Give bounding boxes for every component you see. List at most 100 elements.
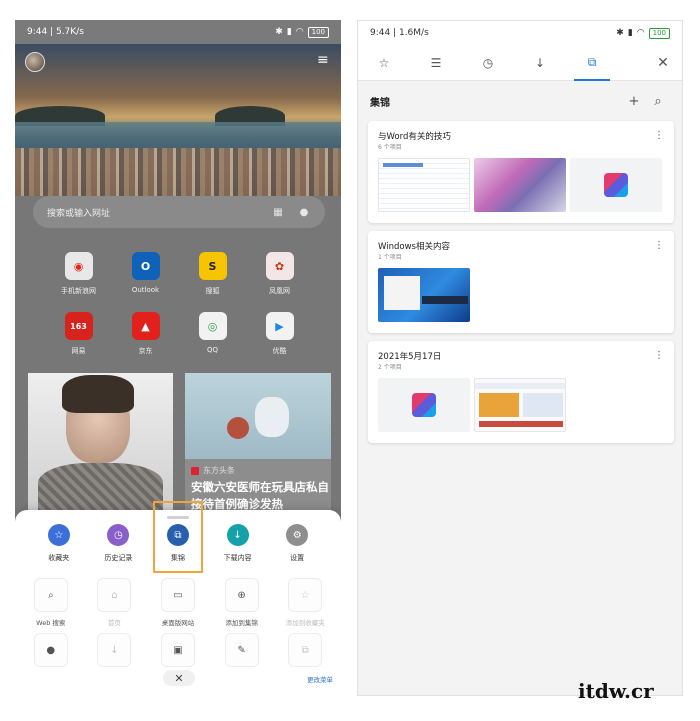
avatar[interactable] [25, 52, 45, 72]
status-time: 9:44 | 5.7K/s [27, 27, 84, 37]
tool-label: Web 搜索 [36, 619, 66, 627]
site-tile[interactable]: ▲ 京东 [112, 312, 179, 356]
copy-icon: ⧉ [288, 633, 323, 667]
mic-icon[interactable]: ● [297, 207, 311, 218]
dialog-shape [384, 276, 420, 310]
qr-scan-icon[interactable]: ▦ [271, 207, 285, 218]
collection-card[interactable]: 与Word有关的技巧 6 个项目 ⋮ [368, 121, 674, 223]
photo-thumbnail[interactable] [474, 158, 566, 212]
desktop-site-tool[interactable]: ▭ 桌面版网站 [146, 578, 210, 627]
add-icon[interactable]: + [622, 94, 646, 109]
site-tile[interactable]: ◎ QQ [179, 312, 246, 356]
youku-logo-icon: ▶ [265, 312, 294, 340]
voice-tool[interactable]: ● [19, 633, 83, 667]
menu-icon[interactable]: ≡ [317, 53, 331, 67]
desktop-icon: ▭ [160, 578, 195, 612]
more-options-icon[interactable]: ⋮ [654, 240, 664, 251]
watermark: itdw.cr [578, 679, 654, 703]
add-to-collections-tool[interactable]: ⊕ 添加到集锦 [210, 578, 274, 627]
virus-shape [227, 417, 249, 439]
search-bar[interactable]: 搜索或输入网址 ▦ ● [33, 196, 325, 228]
status-time: 9:44 | 1.6M/s [370, 28, 429, 38]
site-tile[interactable]: S 搜狐 [179, 252, 246, 296]
search-icon: ⌕ [33, 578, 68, 612]
news-source-label: 东方头条 [203, 466, 235, 475]
town-shape [15, 148, 341, 196]
more-options-icon[interactable]: ⋮ [654, 350, 664, 361]
collections-header: 集锦 + ⌕ [358, 81, 682, 121]
collection-count: 1 个项目 [378, 254, 402, 261]
news-card-portrait[interactable] [28, 373, 173, 513]
site-tile[interactable]: O Outlook [112, 252, 179, 296]
sina-logo-icon: ◉ [64, 252, 93, 280]
hero-background-image [15, 44, 341, 196]
collection-card[interactable]: 2021年5月17日 2 个项目 ⋮ [368, 341, 674, 443]
sohu-logo-icon: S [198, 252, 227, 280]
webpage-thumbnail[interactable] [474, 378, 566, 432]
news-headline: 安徽六安医师在玩具店私自接待首例确诊发热 [191, 480, 329, 511]
search-input[interactable]: 搜索或输入网址 [47, 206, 259, 219]
news-card-article[interactable]: 东方头条 安徽六安医师在玩具店私自接待首例确诊发热 [185, 373, 331, 513]
spreadsheet-thumbnail[interactable] [378, 158, 470, 212]
history-button[interactable]: ◷ 历史记录 [89, 524, 149, 563]
home-tool[interactable]: ⌂ 首页 [83, 578, 147, 627]
tab-favorites[interactable]: ☆ [358, 45, 410, 81]
download-tool[interactable]: ↓ [83, 633, 147, 667]
collection-add-icon: ⊕ [224, 578, 259, 612]
tab-collections[interactable]: ⧉ [566, 45, 618, 81]
copy-tool[interactable]: ⧉ [273, 633, 337, 667]
download-icon: ↓ [534, 55, 546, 70]
site-tile[interactable]: ◉ 手机新浪网 [45, 252, 112, 296]
downloads-button[interactable]: ↓ 下载内容 [208, 524, 268, 563]
windows-thumbnail[interactable] [378, 268, 470, 322]
add-to-favorites-tool[interactable]: ☆ 添加到收藏夹 [273, 578, 337, 627]
site-tile[interactable]: ✿ 凤凰网 [246, 252, 313, 296]
edit-tool[interactable]: ✎ [210, 633, 274, 667]
header-shape [475, 383, 565, 389]
site-label: 网易 [71, 347, 86, 355]
top-sites-grid: ◉ 手机新浪网 O Outlook S 搜狐 ✿ 凤凰网 163 网易 ▲ 京东… [45, 252, 313, 356]
history-icon: ◷ [482, 55, 494, 70]
wifi-icon: ◠ [295, 27, 304, 37]
reading-list-icon: ☰ [430, 55, 442, 70]
edit-menu-link[interactable]: 更改菜单 [307, 674, 333, 684]
bottom-menu-sheet: ☆ 收藏夹 ◷ 历史记录 ⧉ 集锦 ↓ 下载内容 ⚙ 设置 ⌕ Web 搜索 ⌂… [15, 501, 341, 696]
downloads-label: 下载内容 [223, 554, 252, 562]
favorites-label: 收藏夹 [48, 554, 70, 562]
site-tile[interactable]: ▶ 优酷 [246, 312, 313, 356]
more-options-icon[interactable]: ⋮ [654, 130, 664, 141]
collection-count: 6 个项目 [378, 144, 402, 151]
collection-title: 与Word有关的技巧 [378, 132, 451, 142]
web-search-tool[interactable]: ⌕ Web 搜索 [19, 578, 83, 627]
star-icon: ☆ [378, 55, 390, 70]
content-shape [523, 393, 563, 417]
collection-title: Windows相关内容 [378, 242, 450, 252]
site-label: 搜狐 [205, 287, 220, 295]
settings-button[interactable]: ⚙ 设置 [267, 524, 327, 563]
wifi-icon: ◠ [636, 28, 645, 38]
progress-shape [422, 296, 468, 304]
footer-shape [479, 421, 563, 427]
status-bar: 9:44 | 1.6M/s ✱ ▮ ◠ 100 [358, 21, 682, 45]
tab-history[interactable]: ◷ [462, 45, 514, 81]
office-thumbnail[interactable] [378, 378, 470, 432]
close-menu-button[interactable]: ✕ [163, 670, 195, 686]
site-label: QQ [206, 346, 219, 354]
office-thumbnail[interactable] [570, 158, 662, 212]
tab-reading-list[interactable]: ☰ [410, 45, 462, 81]
collection-card[interactable]: Windows相关内容 1 个项目 ⋮ [368, 231, 674, 333]
close-icon[interactable]: ✕ [648, 45, 678, 81]
bluetooth-icon: ✱ [616, 28, 624, 38]
favorites-button[interactable]: ☆ 收藏夹 [29, 524, 89, 563]
bluetooth-icon: ✱ [275, 27, 283, 37]
collection-tool[interactable]: ▣ [146, 633, 210, 667]
site-label: 优酷 [272, 347, 287, 355]
collection-count: 2 个项目 [378, 364, 402, 371]
star-add-icon: ☆ [288, 578, 323, 612]
tab-downloads[interactable]: ↓ [514, 45, 566, 81]
mic-icon: ● [33, 633, 68, 667]
battery-icon: 100 [307, 26, 329, 38]
search-icon[interactable]: ⌕ [646, 94, 670, 109]
site-tile[interactable]: 163 网易 [45, 312, 112, 356]
sea-shape [15, 122, 341, 150]
